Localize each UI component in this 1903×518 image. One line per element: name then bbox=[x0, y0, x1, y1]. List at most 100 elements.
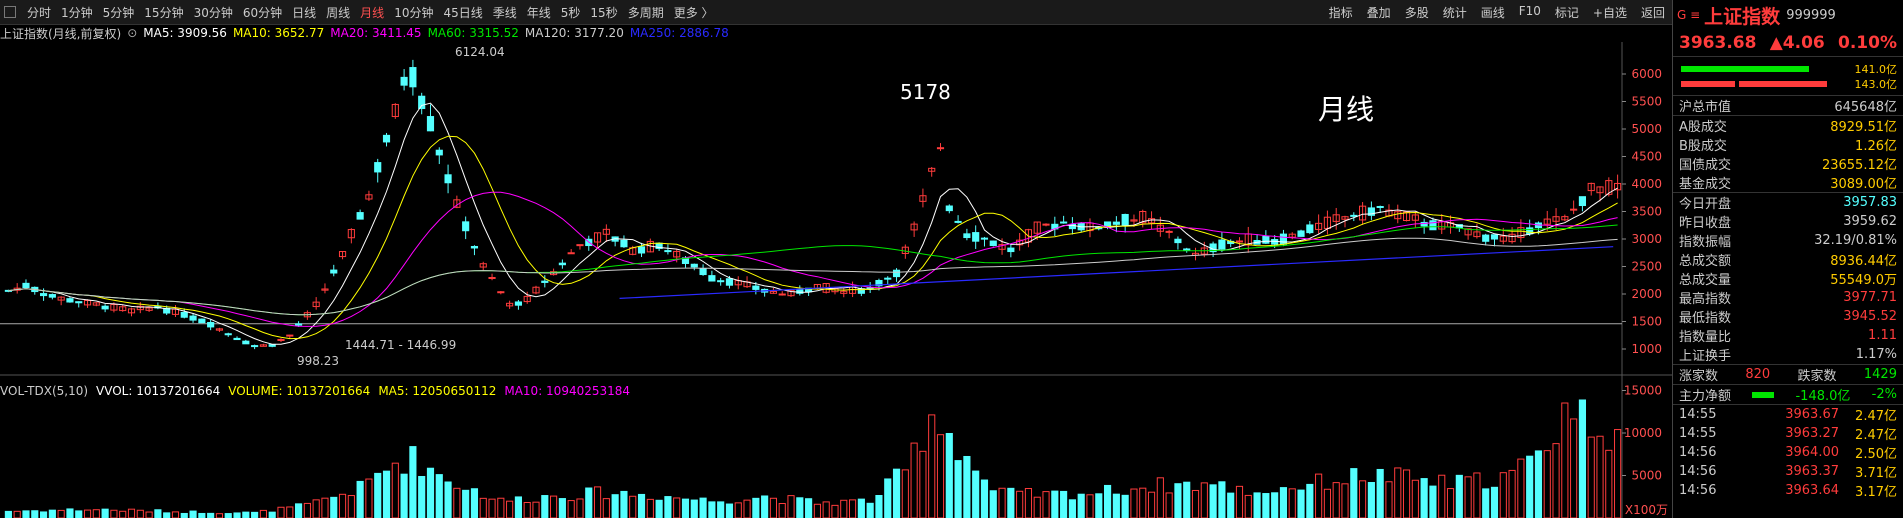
price-tick-label: 4500 bbox=[1631, 150, 1662, 164]
group-icon[interactable]: G ≡ bbox=[1677, 8, 1700, 22]
candle-body bbox=[725, 278, 734, 286]
volume-bar bbox=[1112, 493, 1120, 518]
volume-bar bbox=[303, 502, 311, 518]
volume-bar bbox=[585, 487, 593, 518]
candle-body bbox=[330, 269, 338, 274]
period-tab[interactable]: 周线 bbox=[321, 4, 355, 21]
tool-button[interactable]: 统计 bbox=[1436, 4, 1474, 21]
candle-body bbox=[22, 282, 30, 289]
kline-chart[interactable]: 6000 5500 5000 4500 4000 3500 3000 2500 2000 1500… bbox=[0, 42, 1672, 518]
volume-bar bbox=[936, 434, 945, 518]
volume-bar bbox=[884, 478, 892, 518]
period-tab[interactable]: 年线 bbox=[522, 4, 556, 21]
volume-bar bbox=[1121, 494, 1129, 518]
buy-volume: 141.0亿 bbox=[1854, 62, 1898, 76]
tool-button[interactable]: 标记 bbox=[1548, 4, 1586, 21]
flow-bar bbox=[1752, 391, 1775, 398]
volume-bar bbox=[1438, 474, 1446, 518]
period-tab[interactable]: 季线 bbox=[488, 4, 522, 21]
volume-bar bbox=[1429, 485, 1437, 518]
tool-button[interactable]: 多股 bbox=[1398, 4, 1436, 21]
volume-bar bbox=[1033, 496, 1041, 518]
volume-bar bbox=[787, 495, 795, 518]
stat-row: 总成交量 55549.0万 bbox=[1679, 273, 1897, 288]
candle-body bbox=[558, 262, 566, 266]
volume-bar bbox=[1288, 488, 1296, 518]
period-tab[interactable]: 15秒 bbox=[585, 4, 622, 21]
period-label: 月线 bbox=[1318, 93, 1375, 126]
candle-body bbox=[637, 246, 646, 254]
tool-button[interactable]: 叠加 bbox=[1360, 4, 1398, 21]
period-tab[interactable]: 5分钟 bbox=[98, 4, 140, 21]
volume-bar bbox=[901, 469, 909, 518]
period-tab[interactable]: 更多 〉 bbox=[669, 4, 719, 21]
stats-list: 今日开盘 3957.83 昨日收盘 3959.62 指数振幅 32.19/0.81% 总成交… bbox=[1673, 193, 1903, 365]
volume-bar bbox=[989, 490, 997, 518]
settings-icon[interactable]: ⊙ bbox=[127, 26, 137, 40]
volume-bar bbox=[110, 509, 118, 518]
volume-bar bbox=[848, 499, 857, 518]
volume-bar bbox=[1526, 455, 1534, 518]
volume-bar bbox=[224, 513, 232, 518]
volume-bar bbox=[523, 501, 531, 518]
quote-header: G ≡ 上证指数 999999 bbox=[1673, 0, 1903, 30]
ma120-line bbox=[8, 237, 1618, 316]
candle-body bbox=[892, 269, 901, 278]
volume-bar bbox=[1262, 493, 1270, 518]
candle-body bbox=[374, 162, 382, 173]
period-tab[interactable]: 30分钟 bbox=[189, 4, 238, 21]
volume-bar bbox=[400, 473, 408, 518]
period-tab[interactable]: 10分钟 bbox=[389, 4, 438, 21]
stat-row: 指数振幅 32.19/0.81% bbox=[1679, 233, 1897, 250]
period-tab[interactable]: 60分钟 bbox=[238, 4, 287, 21]
candle-body bbox=[198, 318, 206, 324]
volume-bar bbox=[637, 493, 646, 518]
menu-icon[interactable] bbox=[4, 6, 16, 18]
period-tab[interactable]: 45日线 bbox=[438, 4, 487, 21]
tool-button[interactable]: 返回 bbox=[1634, 4, 1672, 21]
ma60-line bbox=[8, 224, 1618, 316]
tool-button[interactable]: +自选 bbox=[1586, 4, 1634, 21]
tool-button[interactable]: 指标 bbox=[1322, 4, 1360, 21]
tool-button[interactable]: 画线 bbox=[1474, 4, 1512, 21]
volume-bar bbox=[391, 462, 399, 518]
volume-bar bbox=[1323, 488, 1331, 518]
volume-bar bbox=[1367, 482, 1375, 518]
candle-body bbox=[541, 280, 549, 283]
volume-bar bbox=[1411, 479, 1419, 518]
volume-bar bbox=[558, 498, 566, 518]
volume-bar bbox=[1068, 499, 1076, 518]
volume-bar bbox=[1200, 482, 1208, 518]
volume-bar bbox=[75, 510, 83, 518]
volume-bar bbox=[1060, 490, 1068, 518]
period-tab[interactable]: 日线 bbox=[287, 4, 321, 21]
period-tab[interactable]: 15分钟 bbox=[139, 4, 188, 21]
volume-bar bbox=[1350, 468, 1358, 518]
volume-bar bbox=[576, 498, 584, 518]
candle-body bbox=[382, 134, 391, 143]
candle-body bbox=[488, 277, 496, 280]
stat-row: 上证换手 1.17% bbox=[1679, 347, 1897, 364]
volume-bar bbox=[1095, 493, 1103, 518]
candle-body bbox=[1482, 234, 1490, 242]
tick-row: 14:55 3963.67 2.47亿 bbox=[1679, 407, 1897, 424]
period-tab[interactable]: 5秒 bbox=[556, 4, 586, 21]
candle-body bbox=[286, 334, 294, 337]
candle-body bbox=[1262, 235, 1270, 244]
candle-body bbox=[936, 147, 945, 150]
tool-button[interactable]: F10 bbox=[1512, 4, 1548, 21]
ma120-value: MA120: 3177.20 bbox=[524, 26, 624, 40]
period-tab[interactable]: 多周期 bbox=[623, 4, 669, 21]
candle-body bbox=[1578, 196, 1587, 207]
period-tab[interactable]: 1分钟 bbox=[56, 4, 98, 21]
period-tab[interactable]: 月线 bbox=[355, 4, 389, 21]
period-tab[interactable]: 分时 bbox=[22, 4, 56, 21]
volume-bar bbox=[1297, 489, 1305, 518]
volume-bar bbox=[1191, 489, 1200, 518]
candle-body bbox=[66, 298, 74, 303]
volume-bar bbox=[268, 511, 276, 518]
candle-body bbox=[1165, 230, 1173, 233]
candle-body bbox=[1174, 238, 1182, 244]
price-tick-label: 6000 bbox=[1631, 67, 1662, 81]
candle-body bbox=[1376, 205, 1384, 208]
